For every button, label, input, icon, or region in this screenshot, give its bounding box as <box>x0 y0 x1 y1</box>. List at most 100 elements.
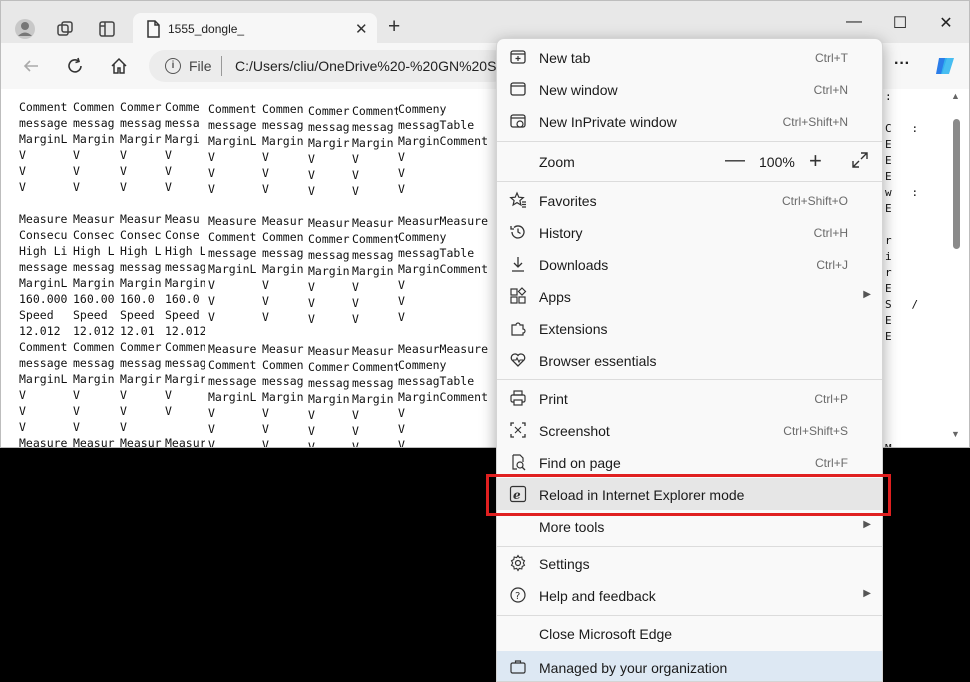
menu-item-settings[interactable]: Settings <box>497 547 882 579</box>
menu-item-managed[interactable]: Managed by your organization <box>497 651 882 681</box>
address-text[interactable]: C:/Users/cliu/OneDrive%20-%20GN%20St <box>235 58 505 74</box>
menu-item-new-window[interactable]: New window Ctrl+N <box>497 73 882 105</box>
file-scheme-label: File <box>189 58 212 74</box>
menu-shortcut: Ctrl+Shift+S <box>783 424 848 438</box>
menu-divider <box>497 141 882 142</box>
heart-icon <box>509 351 527 369</box>
info-icon[interactable]: i <box>165 58 181 74</box>
extensions-icon <box>509 319 527 337</box>
menu-label: Screenshot <box>539 423 610 439</box>
doc-column: Comme messa Margi V V V Measu Conse High… <box>165 100 205 447</box>
doc-column: Commen messag Margin V V V Measur Consec… <box>73 100 115 447</box>
doc-column: Commen messag Margin V V V Measur Commen… <box>262 102 304 447</box>
menu-label: Downloads <box>539 257 609 273</box>
scroll-thumb[interactable] <box>953 119 960 249</box>
menu-item-extensions[interactable]: Extensions <box>497 312 882 344</box>
menu-item-help-feedback[interactable]: ? Help and feedback ▶ <box>497 579 882 611</box>
printer-icon <box>509 389 527 407</box>
menu-label: More tools <box>539 519 605 535</box>
zoom-out-button[interactable]: — <box>725 149 745 172</box>
menu-shortcut: Ctrl+Shift+N <box>782 115 848 129</box>
address-separator <box>221 56 222 76</box>
settings-menu: New tab Ctrl+T New window Ctrl+N New InP… <box>496 38 883 682</box>
gear-icon <box>509 554 527 572</box>
menu-label: Print <box>539 391 568 407</box>
menu-item-downloads[interactable]: Downloads Ctrl+J <box>497 248 882 280</box>
history-icon <box>509 223 527 241</box>
workspaces-icon[interactable] <box>51 15 79 43</box>
doc-column: Comment message MarginL V V V Measure Co… <box>19 100 68 447</box>
find-icon <box>509 453 527 471</box>
apps-icon <box>509 287 527 305</box>
screenshot-icon <box>509 421 527 439</box>
menu-shortcut: Ctrl+T <box>815 51 848 65</box>
download-icon <box>509 255 527 273</box>
menu-label: New InPrivate window <box>539 114 677 130</box>
more-options-button[interactable]: ··· <box>894 55 910 73</box>
home-icon[interactable] <box>105 52 133 80</box>
scroll-down-icon[interactable]: ▼ <box>951 429 960 439</box>
profile-icon[interactable] <box>11 15 39 43</box>
highlight-box <box>486 474 891 516</box>
menu-item-browser-essentials[interactable]: Browser essentials <box>497 344 882 376</box>
tab-active[interactable]: 1555_dongle_ ✕ <box>133 13 377 45</box>
new-tab-icon <box>509 48 527 66</box>
inprivate-icon <box>509 112 527 130</box>
menu-label: History <box>539 225 583 241</box>
fullscreen-icon[interactable] <box>851 151 869 169</box>
zoom-value: 100% <box>759 154 795 170</box>
menu-shortcut: Ctrl+P <box>814 392 848 406</box>
doc-column: Comment messag Margin V V V Measur Comme… <box>352 104 398 447</box>
address-bar[interactable]: i File C:/Users/cliu/OneDrive%20-%20GN%2… <box>149 50 509 82</box>
maximize-button[interactable]: ☐ <box>877 13 923 33</box>
briefcase-icon <box>509 658 527 681</box>
back-icon[interactable] <box>17 52 45 80</box>
menu-label: Settings <box>539 556 590 572</box>
vertical-tabs-icon[interactable] <box>93 15 121 43</box>
close-window-button[interactable]: ✕ <box>923 13 969 33</box>
menu-divider <box>497 615 882 616</box>
new-window-icon <box>509 80 527 98</box>
menu-label: New tab <box>539 50 591 66</box>
doc-column: Commeny messagTable MarginComment V V V … <box>398 102 489 447</box>
submenu-arrow-icon: ▶ <box>863 519 871 530</box>
menu-label: Find on page <box>539 455 621 471</box>
menu-label: Managed by your organization <box>539 660 728 676</box>
svg-text:?: ? <box>515 591 520 602</box>
menu-divider <box>497 181 882 182</box>
minimize-button[interactable]: — <box>831 13 877 31</box>
refresh-icon[interactable] <box>61 52 89 80</box>
menu-item-new-inprivate[interactable]: New InPrivate window Ctrl+Shift+N <box>497 105 882 137</box>
star-icon <box>509 191 527 209</box>
menu-shortcut: Ctrl+N <box>813 83 848 97</box>
menu-shortcut: Ctrl+F <box>815 456 848 470</box>
doc-column: Comment message MarginL V V V Measure Co… <box>208 102 257 447</box>
scroll-up-icon[interactable]: ▲ <box>951 91 960 101</box>
doc-column: Commer messag Margir V V V Measur Commer… <box>308 104 350 447</box>
submenu-arrow-icon: ▶ <box>863 588 871 599</box>
copilot-icon[interactable] <box>931 52 959 80</box>
tab-close-icon[interactable]: ✕ <box>355 20 368 38</box>
menu-item-screenshot[interactable]: Screenshot Ctrl+Shift+S <box>497 414 882 446</box>
menu-item-new-tab[interactable]: New tab Ctrl+T <box>497 41 882 73</box>
menu-item-favorites[interactable]: Favorites Ctrl+Shift+O <box>497 184 882 216</box>
menu-item-history[interactable]: History Ctrl+H <box>497 216 882 248</box>
document-icon <box>139 15 167 43</box>
zoom-in-button[interactable]: + <box>809 148 822 174</box>
menu-label: New window <box>539 82 618 98</box>
tab-title: 1555_dongle_ <box>168 22 245 36</box>
zoom-label: Zoom <box>539 154 575 170</box>
menu-item-apps[interactable]: Apps ▶ <box>497 280 882 312</box>
menu-item-close-edge[interactable]: Close Microsoft Edge <box>497 617 882 649</box>
tab-bar: 1555_dongle_ ✕ + — ☐ ✕ <box>1 1 969 45</box>
menu-shortcut: Ctrl+J <box>816 258 848 272</box>
help-icon: ? <box>509 586 527 604</box>
menu-label: Apps <box>539 289 571 305</box>
menu-item-print[interactable]: Print Ctrl+P <box>497 382 882 414</box>
submenu-arrow-icon: ▶ <box>863 289 871 300</box>
menu-item-zoom: Zoom — 100% + <box>497 145 882 177</box>
vertical-scrollbar[interactable]: ▲ ▼ <box>949 89 963 445</box>
new-tab-button[interactable]: + <box>388 15 400 39</box>
menu-shortcut: Ctrl+H <box>813 226 848 240</box>
menu-label: Favorites <box>539 193 597 209</box>
